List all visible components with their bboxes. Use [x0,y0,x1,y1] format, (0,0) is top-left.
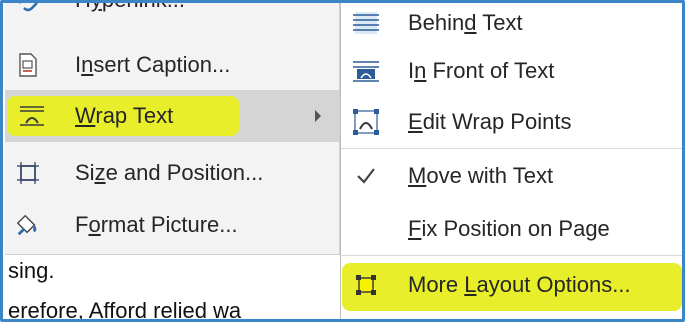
hyperlink-icon [15,0,41,13]
submenu-item-more-layout-options[interactable]: More Layout Options... [341,260,685,311]
submenu-item-fix-position-on-page[interactable]: Fix Position on Page [341,204,685,254]
wrap-text-icon [19,103,45,129]
menu-item-insert-caption[interactable]: Insert Caption... [5,40,339,90]
menu-item-size-and-position[interactable]: Size and Position... [5,148,339,198]
behind-text-icon [349,8,383,38]
checkmark-icon [349,161,383,191]
submenu-item-in-front-of-text[interactable]: In Front of Text [341,46,685,96]
document-text-line: sing. [8,258,55,283]
submenu-item-edit-wrap-points[interactable]: Edit Wrap Points [341,97,685,147]
submenu-item-move-with-text[interactable]: Move with Text [341,151,685,201]
insert-caption-icon [15,52,41,78]
format-picture-icon [15,212,41,238]
in-front-of-text-icon [349,56,383,86]
edit-wrap-points-icon [349,107,383,137]
submenu-item-behind-text[interactable]: Behind Text [341,0,685,48]
menu-item-wrap-text[interactable]: Wrap Text [5,90,339,142]
size-position-icon [15,160,41,186]
context-menu: Hyperlink... Insert Caption... Wrap Text [5,0,340,255]
menu-separator [341,255,685,256]
menu-separator [341,148,685,149]
document-text-line: erefore, Afford relied wa [8,298,242,323]
submenu-arrow-icon [315,110,321,122]
wrap-text-submenu: Behind Text In Front of Text Edit Wrap P… [340,0,685,322]
menu-item-hyperlink[interactable]: Hyperlink... [5,0,339,25]
menu-item-format-picture[interactable]: Format Picture... [5,200,339,250]
layout-options-icon [349,270,383,300]
